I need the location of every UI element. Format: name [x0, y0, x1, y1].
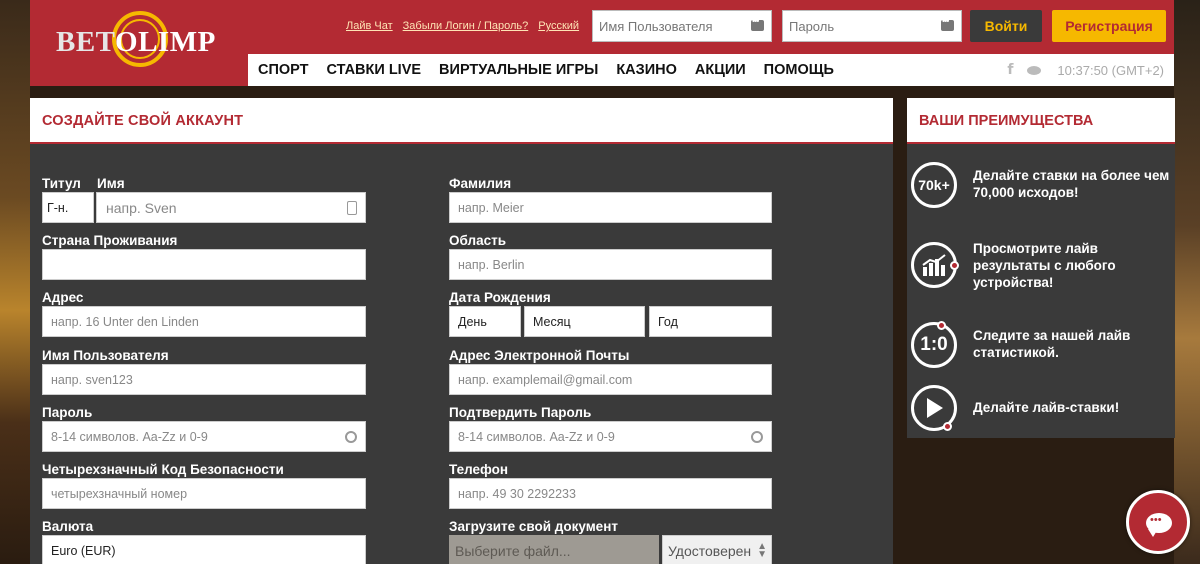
red-dot-icon	[937, 321, 946, 330]
nav-right: f 10:37:50 (GMT+2)	[1007, 62, 1164, 78]
username-label: Имя Пользователя	[42, 348, 169, 363]
chart-bars-icon	[922, 254, 946, 276]
background-right	[1174, 0, 1200, 564]
header-username-placeholder: Имя Пользователя	[599, 19, 713, 34]
confirm-password-placeholder: 8-14 символов. Aa-Zz и 0-9	[458, 430, 615, 444]
background-left	[0, 0, 30, 564]
forgot-login-link[interactable]: Забыли Логин / Пароль?	[403, 20, 529, 32]
advantages-panel: ВАШИ ПРЕИМУЩЕСТВА 70k+ Делайте ставки на…	[907, 98, 1175, 438]
live-chat-button[interactable]	[1126, 490, 1190, 554]
currency-label: Валюта	[42, 519, 94, 534]
document-type-select[interactable]: Удостоверен ▲ ▼	[662, 535, 772, 564]
nav-help[interactable]: ПОМОЩЬ	[764, 62, 834, 78]
advantage-icon-text: 1:0	[920, 334, 948, 355]
login-button[interactable]: Войти	[970, 10, 1042, 42]
dob-month-select[interactable]: Месяц	[524, 306, 645, 337]
dob-label: Дата Рождения	[449, 290, 551, 305]
play-triangle-icon	[927, 398, 943, 418]
header-password-input[interactable]: Пароль	[782, 10, 962, 42]
keyboard-icon	[941, 16, 954, 31]
clock: 10:37:50 (GMT+2)	[1057, 62, 1164, 78]
logo[interactable]: BETOLIMP	[56, 8, 226, 72]
nav-virtual-games[interactable]: ВИРТУАЛЬНЫЕ ИГРЫ	[439, 62, 598, 78]
facebook-icon[interactable]: f	[1007, 62, 1013, 78]
last-name-label: Фамилия	[449, 176, 512, 191]
title-select[interactable]: Г-н.	[42, 192, 94, 223]
twitter-icon[interactable]	[1027, 64, 1043, 76]
header-username-input[interactable]: Имя Пользователя	[592, 10, 772, 42]
nav-promotions[interactable]: АКЦИИ	[695, 62, 746, 78]
play-icon	[911, 385, 957, 431]
phone-input[interactable]: напр. 49 30 2292233	[449, 478, 772, 509]
chat-tail-icon	[1148, 529, 1158, 537]
keyboard-icon	[751, 16, 764, 31]
last-name-input[interactable]: напр. Meier	[449, 192, 772, 223]
advantage-text: Делайте ставки на более чем 70,000 исход…	[973, 168, 1170, 200]
advantage-text: Просмотрите лайв результаты с любого уст…	[973, 241, 1116, 290]
confirm-password-input[interactable]: 8-14 символов. Aa-Zz и 0-9	[449, 421, 772, 452]
phone-label: Телефон	[449, 462, 509, 477]
live-chat-link[interactable]: Лайв Чат	[346, 20, 393, 32]
sort-arrows-icon: ▲ ▼	[757, 541, 767, 560]
file-upload-input[interactable]: Выберите файл...	[449, 535, 659, 564]
country-select[interactable]	[42, 249, 366, 280]
upload-label: Загрузите свой документ	[449, 519, 618, 534]
dob-year-select[interactable]: Год	[649, 306, 772, 337]
show-password-icon[interactable]	[345, 431, 357, 443]
advantages-title: ВАШИ ПРЕИМУЩЕСТВА	[919, 113, 1094, 129]
password-placeholder: 8-14 символов. Aa-Zz и 0-9	[51, 430, 208, 444]
site-header: BETOLIMP Лайв Чат Забыли Логин / Пароль?…	[30, 0, 1174, 86]
region-input[interactable]: напр. Berlin	[449, 249, 772, 280]
nav-live-bets[interactable]: СТАВКИ LIVE	[327, 62, 422, 78]
region-label: Область	[449, 233, 507, 248]
logo-text: BETOLIMP	[56, 26, 216, 58]
nav-sport[interactable]: СПОРТ	[258, 62, 309, 78]
seventy-k-icon: 70k+	[911, 162, 957, 208]
registration-header: СОЗДАЙТЕ СВОЙ АККАУНТ	[30, 98, 893, 144]
header-password-placeholder: Пароль	[789, 19, 835, 34]
address-input[interactable]: напр. 16 Unter den Linden	[42, 306, 366, 337]
advantages-header: ВАШИ ПРЕИМУЩЕСТВА	[907, 98, 1175, 144]
confirm-password-label: Подтвердить Пароль	[449, 405, 592, 420]
main-nav: СПОРТ СТАВКИ LIVE ВИРТУАЛЬНЫЕ ИГРЫ КАЗИН…	[248, 54, 1174, 86]
password-input[interactable]: 8-14 символов. Aa-Zz и 0-9	[42, 421, 366, 452]
contact-card-icon	[347, 201, 357, 215]
document-type-value: Удостоверен	[668, 543, 752, 559]
top-links: Лайв Чат Забыли Логин / Пароль? Русский	[346, 20, 579, 32]
username-input[interactable]: напр. sven123	[42, 364, 366, 395]
first-name-placeholder: напр. Sven	[106, 200, 177, 216]
advantage-text: Делайте лайв-ставки!	[973, 400, 1120, 415]
registration-title: СОЗДАЙТЕ СВОЙ АККАУНТ	[42, 113, 244, 129]
chart-icon	[911, 242, 959, 288]
nav-casino[interactable]: КАЗИНО	[616, 62, 677, 78]
red-dot-icon	[950, 261, 959, 270]
security-code-input[interactable]: четырехзначный номер	[42, 478, 366, 509]
score-icon: 1:0	[911, 321, 957, 368]
currency-select[interactable]: Euro (EUR)	[42, 535, 366, 564]
email-input[interactable]: напр. examplemail@gmail.com	[449, 364, 772, 395]
language-link[interactable]: Русский	[538, 20, 579, 32]
email-label: Адрес Электронной Почты	[449, 348, 630, 363]
advantage-icon-text: 70k+	[918, 177, 950, 193]
first-name-label: Имя	[97, 176, 125, 191]
country-label: Страна Проживания	[42, 233, 178, 248]
first-name-input[interactable]: напр. Sven	[96, 192, 366, 223]
dob-day-select[interactable]: День	[449, 306, 521, 337]
security-code-label: Четырехзначный Код Безопасности	[42, 462, 284, 477]
password-label: Пароль	[42, 405, 93, 420]
registration-panel: СОЗДАЙТЕ СВОЙ АККАУНТ Титул Имя Г-н. нап…	[30, 98, 893, 564]
register-button[interactable]: Регистрация	[1052, 10, 1166, 42]
address-label: Адрес	[42, 290, 84, 305]
advantage-text: Следите за нашей лайв статистикой.	[973, 328, 1131, 360]
red-dot-icon	[943, 422, 952, 431]
title-label: Титул	[42, 176, 81, 191]
show-password-icon[interactable]	[751, 431, 763, 443]
